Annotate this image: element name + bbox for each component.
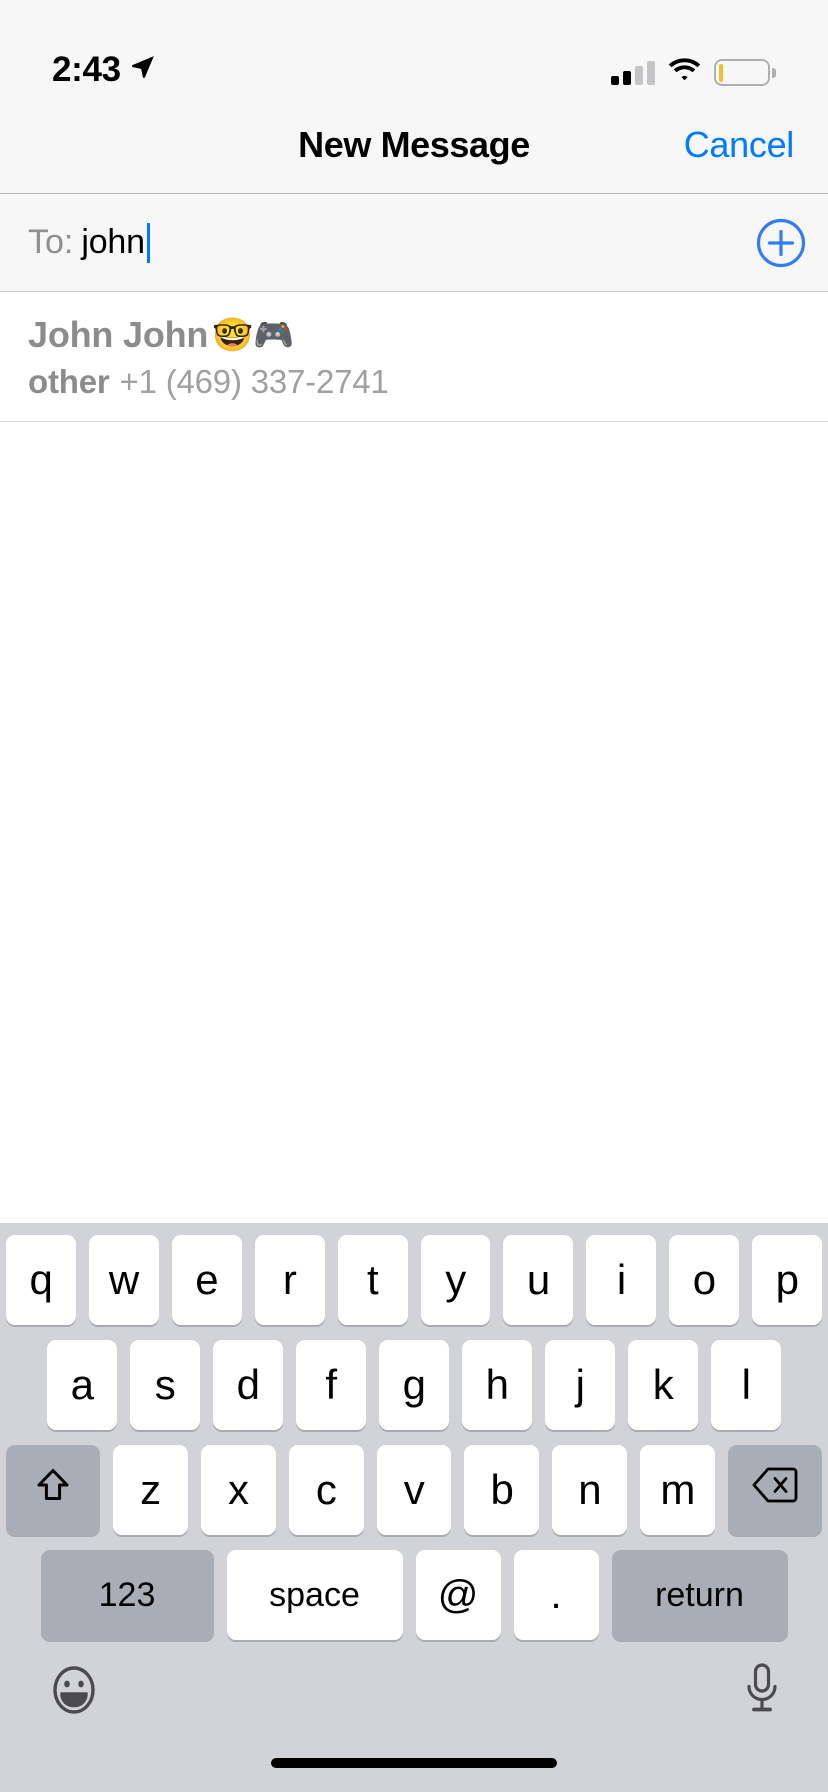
delete-backspace-icon [751, 1465, 799, 1515]
keyboard-row-1: q w e r t y u i o p [0, 1235, 828, 1325]
keyboard-row-4: 123 space @ . return [0, 1550, 828, 1640]
key-c[interactable]: c [288, 1445, 364, 1535]
cancel-button[interactable]: Cancel [684, 124, 795, 166]
key-q[interactable]: q [5, 1235, 76, 1325]
wifi-icon [668, 58, 701, 87]
shift-key[interactable] [6, 1445, 100, 1535]
keyboard-utility-row [0, 1640, 828, 1758]
at-key[interactable]: @ [415, 1550, 501, 1640]
key-k[interactable]: k [628, 1340, 698, 1430]
status-bar-left: 2:43 [52, 52, 156, 87]
status-bar-right [611, 58, 776, 87]
home-indicator[interactable] [271, 1758, 557, 1768]
key-b[interactable]: b [464, 1445, 540, 1535]
contact-suggestion-row[interactable]: John John 🤓🎮 other +1 (469) 337-2741 [0, 292, 828, 423]
cellular-signal-icon [611, 60, 655, 85]
key-l[interactable]: l [711, 1340, 781, 1430]
key-h[interactable]: h [462, 1340, 532, 1430]
status-bar: 2:43 [0, 0, 828, 97]
to-label: To: [28, 223, 74, 261]
status-bar-clock: 2:43 [52, 50, 121, 89]
key-e[interactable]: e [171, 1235, 242, 1325]
key-d[interactable]: d [213, 1340, 283, 1430]
recipient-field-row[interactable]: To: john [0, 194, 828, 292]
key-n[interactable]: n [552, 1445, 628, 1535]
delete-key[interactable] [728, 1445, 823, 1535]
key-z[interactable]: z [113, 1445, 188, 1535]
numeric-mode-key[interactable]: 123 [40, 1550, 214, 1640]
software-keyboard: q w e r t y u i o p a s d f g h j k l z … [0, 1223, 828, 1792]
text-caret [146, 222, 150, 263]
contact-name-line: John John 🤓🎮 [28, 314, 800, 355]
key-g[interactable]: g [379, 1340, 449, 1430]
microphone-icon[interactable] [742, 1662, 782, 1723]
key-f[interactable]: f [296, 1340, 366, 1430]
key-o[interactable]: o [669, 1235, 740, 1325]
key-s[interactable]: s [130, 1340, 200, 1430]
key-w[interactable]: w [88, 1235, 159, 1325]
key-y[interactable]: y [420, 1235, 491, 1325]
contact-suggestion-list: John John 🤓🎮 other +1 (469) 337-2741 [0, 292, 828, 1223]
home-indicator-area [0, 1758, 828, 1792]
key-x[interactable]: x [200, 1445, 276, 1535]
contact-phone-number: +1 (469) 337-2741 [119, 363, 389, 401]
location-arrow-icon [130, 54, 156, 85]
contact-name: John John [28, 314, 209, 355]
return-key[interactable]: return [611, 1550, 788, 1640]
battery-icon [714, 59, 776, 86]
key-t[interactable]: t [337, 1235, 408, 1325]
key-j[interactable]: j [545, 1340, 615, 1430]
plus-circle-icon[interactable] [756, 218, 806, 268]
key-m[interactable]: m [640, 1445, 716, 1535]
contact-name-emoji: 🤓🎮 [212, 316, 294, 354]
page-title: New Message [298, 124, 530, 165]
key-i[interactable]: i [586, 1235, 657, 1325]
key-p[interactable]: p [752, 1235, 823, 1325]
period-key[interactable]: . [513, 1550, 599, 1640]
contact-detail-line: other +1 (469) 337-2741 [28, 363, 800, 401]
key-r[interactable]: r [254, 1235, 325, 1325]
navigation-bar: New Message Cancel [0, 97, 828, 194]
shift-arrow-icon [31, 1463, 75, 1517]
contact-label: other [28, 363, 110, 401]
keyboard-row-2: a s d f g h j k l [0, 1340, 828, 1430]
keyboard-row-3: z x c v b n m [0, 1445, 828, 1535]
emoji-smiley-icon[interactable] [46, 1662, 102, 1723]
space-key[interactable]: space [226, 1550, 403, 1640]
iphone-screen: 2:43 New Message Cancel To: john John Jo… [0, 0, 828, 1792]
recipient-input[interactable]: john [81, 223, 145, 262]
key-u[interactable]: u [503, 1235, 574, 1325]
key-a[interactable]: a [47, 1340, 117, 1430]
key-v[interactable]: v [376, 1445, 452, 1535]
